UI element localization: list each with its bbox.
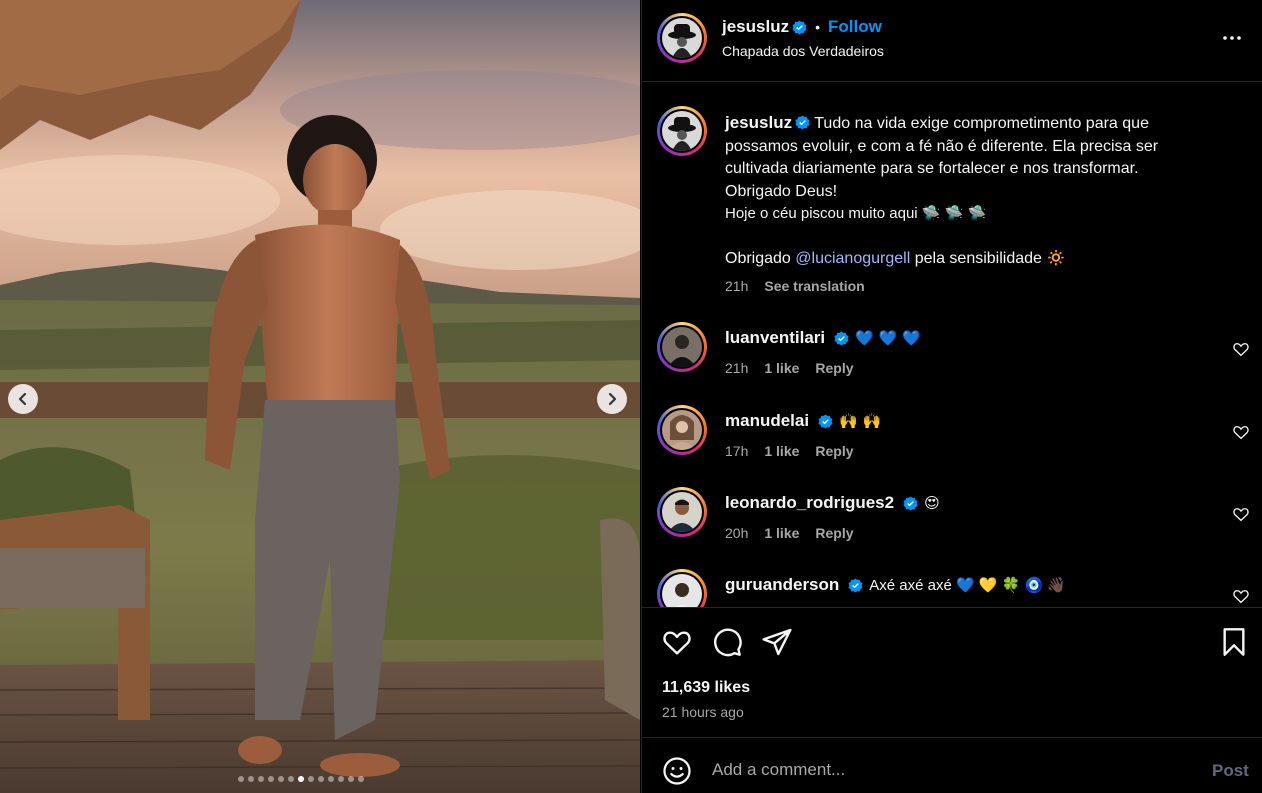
carousel-dot (258, 776, 264, 782)
carousel-dot (358, 776, 364, 782)
caption-meta: 21h See translation (725, 278, 865, 294)
comment-like-heart-icon[interactable] (1232, 505, 1250, 523)
comment-item: leonardo_rodrigues2 😍 20h 1 like Reply (642, 487, 1262, 567)
post-header: jesusluz • Follow Chapada dos Verdadeiro… (642, 0, 1262, 82)
person-avatar-image (662, 410, 702, 450)
carousel-indicator (238, 776, 364, 782)
like-heart-icon[interactable] (661, 626, 693, 658)
carousel-dot (318, 776, 324, 782)
comment-username[interactable]: leonardo_rodrigues2 (725, 493, 894, 513)
carousel-dot (348, 776, 354, 782)
comment-username[interactable]: luanventilari (725, 328, 825, 348)
verified-badge-icon (903, 495, 918, 511)
commenter-avatar[interactable] (657, 569, 707, 607)
caption-author-avatar[interactable] (657, 106, 707, 156)
post-timestamp[interactable]: 21 hours ago (662, 704, 744, 720)
post-location[interactable]: Chapada dos Verdadeiros (722, 43, 884, 59)
comment-composer: Post (642, 737, 1262, 793)
post-actions: 11,639 likes 21 hours ago (642, 607, 1262, 737)
chevron-left-icon (18, 392, 27, 406)
carousel-dot (308, 776, 314, 782)
carousel-dot (298, 776, 304, 782)
verified-badge-icon (795, 115, 810, 130)
caption-time[interactable]: 21h (725, 278, 748, 294)
see-translation-button[interactable]: See translation (764, 278, 864, 294)
carousel-dot (288, 776, 294, 782)
comment-text: Axé axé axé 💙 💛 🍀 🧿 👋🏿 (869, 577, 1067, 594)
comment-bubble-icon[interactable] (711, 626, 743, 658)
comment-like-count[interactable]: 1 like (764, 525, 799, 541)
comment-time[interactable]: 21h (725, 360, 748, 376)
comment-item: manudelai 🙌 🙌 17h 1 like Reply (642, 405, 1262, 485)
comment-like-heart-icon[interactable] (1232, 423, 1250, 441)
carousel-dot (278, 776, 284, 782)
carousel-dot (268, 776, 274, 782)
person-avatar-image (662, 327, 702, 367)
commenter-avatar[interactable] (657, 487, 707, 537)
post-comment-button[interactable]: Post (1212, 761, 1249, 781)
post-photo (0, 0, 640, 793)
hat-avatar-image (662, 111, 702, 151)
comment-like-heart-icon[interactable] (1232, 587, 1250, 605)
comment-username[interactable]: manudelai (725, 411, 809, 431)
hat-avatar-image (662, 18, 702, 58)
comment-input[interactable] (712, 755, 1182, 785)
save-bookmark-icon[interactable] (1218, 626, 1250, 658)
carousel-dot (338, 776, 344, 782)
comment-like-count[interactable]: 1 like (764, 443, 799, 459)
verified-badge-icon (792, 19, 807, 35)
verified-badge-icon (834, 330, 849, 346)
post-side-panel: jesusluz • Follow Chapada dos Verdadeiro… (641, 0, 1262, 793)
comment-text: 🙌 🙌 (839, 412, 882, 430)
carousel-dot (328, 776, 334, 782)
comment-like-heart-icon[interactable] (1232, 340, 1250, 358)
caption-thanks-prefix: Obrigado (725, 250, 791, 267)
author-username[interactable]: jesusluz (722, 17, 789, 37)
carousel-dot (248, 776, 254, 782)
more-options-icon[interactable] (1220, 26, 1244, 50)
author-avatar[interactable] (657, 13, 707, 63)
chevron-right-icon (608, 392, 617, 406)
comment-like-count[interactable]: 1 like (764, 360, 799, 376)
comment-time[interactable]: 20h (725, 525, 748, 541)
follow-button[interactable]: Follow (828, 17, 882, 37)
commenter-avatar[interactable] (657, 405, 707, 455)
commenter-avatar[interactable] (657, 322, 707, 372)
share-send-icon[interactable] (761, 626, 793, 658)
mention-link[interactable]: @lucianogurgell (795, 250, 910, 267)
comment-text: 😍 (924, 494, 940, 512)
comment-item: luanventilari 💙 💙 💙 21h 1 like Reply (642, 322, 1262, 402)
reply-button[interactable]: Reply (815, 360, 853, 376)
carousel-previous-button[interactable] (8, 384, 38, 414)
carousel-dot (238, 776, 244, 782)
verified-badge-icon (848, 577, 863, 593)
comment-time[interactable]: 17h (725, 443, 748, 459)
carousel-next-button[interactable] (597, 384, 627, 414)
emoji-smiley-icon[interactable] (662, 756, 692, 786)
reply-button[interactable]: Reply (815, 525, 853, 541)
comment-item: guruanderson Axé axé axé 💙 💛 🍀 🧿 👋🏿 (642, 569, 1262, 607)
caption-line: Obrigado Deus! (725, 182, 838, 200)
separator-dot: • (815, 19, 820, 35)
verified-badge-icon (818, 413, 833, 429)
like-count[interactable]: 11,639 likes (662, 679, 750, 697)
reply-button[interactable]: Reply (815, 443, 853, 459)
post-media[interactable] (0, 0, 640, 793)
person-avatar-image (662, 574, 702, 607)
caption-text: jesusluz Tudo na vida exige comprometime… (725, 112, 1215, 271)
comment-text: 💙 💙 💙 (855, 329, 921, 347)
caption-thanks-suffix: pela sensibilidade 🔅 (914, 250, 1067, 267)
person-avatar-image (662, 492, 702, 532)
caption-username[interactable]: jesusluz (725, 113, 792, 132)
caption-line: Hoje o céu piscou muito aqui 🛸 🛸 🛸 (725, 205, 987, 222)
comment-username[interactable]: guruanderson (725, 575, 839, 595)
